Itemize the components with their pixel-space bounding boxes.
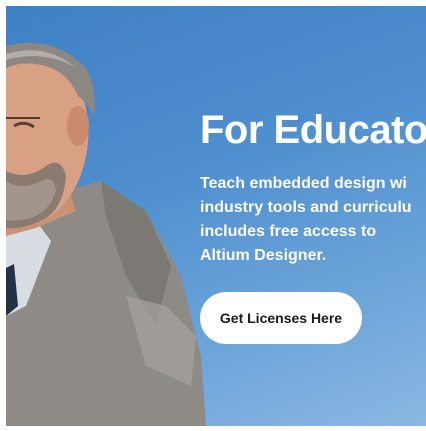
- hero-description-line: industry tools and curriculu: [200, 199, 412, 216]
- hero-description-line: Teach embedded design wi: [200, 175, 407, 192]
- hero-title: For Educato: [200, 108, 426, 152]
- educator-portrait: [6, 42, 206, 426]
- hero-banner: For Educato Teach embedded design wi ind…: [6, 6, 426, 426]
- get-licenses-button[interactable]: Get Licenses Here: [200, 292, 362, 344]
- hero-description: Teach embedded design wi industry tools …: [200, 172, 426, 268]
- hero-content: For Educato Teach embedded design wi ind…: [200, 106, 426, 268]
- hero-description-line: includes free access to: [200, 223, 377, 240]
- hero-description-line: Altium Designer.: [200, 247, 327, 264]
